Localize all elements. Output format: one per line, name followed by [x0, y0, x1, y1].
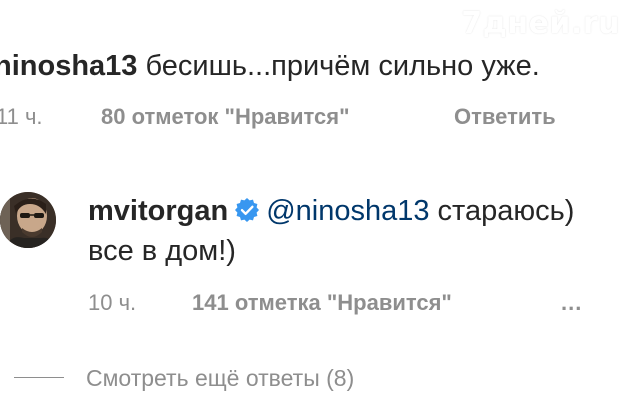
reply-username[interactable]: mvitorgan [88, 195, 228, 227]
comment-text-line: ninosha13 бесишь...причём сильно уже. [0, 48, 630, 84]
reply-text-line1: стараюсь) [429, 195, 575, 227]
reply-time: 10 ч. [88, 290, 137, 315]
comment-meta: 11 ч. 80 отметок "Нравится" Ответить [0, 100, 630, 134]
verified-badge-icon [235, 198, 260, 222]
view-more-replies[interactable]: Смотреть ещё ответы (8) [0, 360, 630, 396]
mention-link[interactable]: @ninosha13 [266, 195, 429, 227]
reply-text: mvitorgan @ninosha13 стараюсь) все в дом… [88, 191, 630, 271]
comment-time: 11 ч. [0, 104, 43, 129]
reply-meta: 10 ч. 141 отметка "Нравится" ... [88, 286, 628, 320]
view-more-replies-label[interactable]: Смотреть ещё ответы (8) [86, 360, 354, 396]
comment-text: бесишь...причём сильно уже. [137, 50, 540, 82]
divider-line [14, 377, 64, 378]
user-avatar[interactable] [0, 192, 56, 248]
comment-username[interactable]: ninosha13 [0, 50, 137, 82]
reply-button[interactable]: Ответить [454, 100, 556, 134]
reply-likes-count[interactable]: 141 отметка "Нравится" [192, 286, 452, 320]
more-options-button[interactable]: ... [561, 286, 582, 320]
reply-text-line2: все в дом!) [88, 235, 236, 267]
comment: ninosha13 бесишь...причём сильно уже. [0, 48, 630, 84]
reply-comment: mvitorgan @ninosha13 стараюсь) все в дом… [0, 180, 630, 330]
avatar-photo [0, 192, 56, 248]
site-watermark: 7дней.ru [461, 6, 620, 41]
comment-likes-count[interactable]: 80 отметок "Нравится" [101, 100, 350, 134]
